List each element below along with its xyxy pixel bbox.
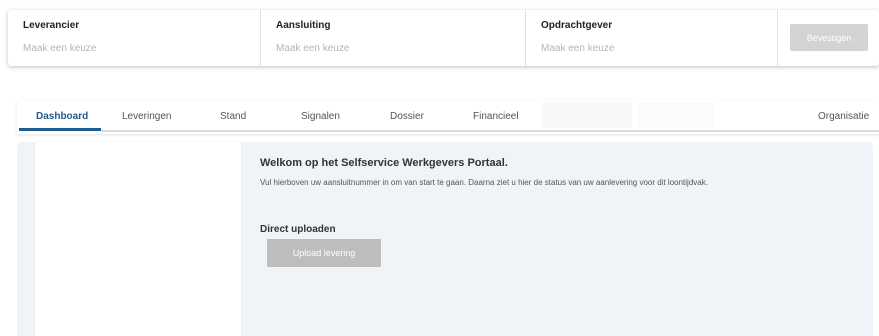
tab-stand[interactable]: Stand bbox=[220, 111, 246, 122]
tabs-divider bbox=[101, 130, 879, 132]
client-placeholder: Maak een keuze bbox=[541, 43, 615, 54]
connection-label: Aansluiting bbox=[276, 20, 331, 31]
connection-select[interactable]: Aansluiting Maak een keuze bbox=[261, 10, 526, 66]
tab-signalen[interactable]: Signalen bbox=[301, 111, 340, 122]
dashboard-content: Welkom op het Selfservice Werkgevers Por… bbox=[17, 142, 873, 336]
main-tabs: Dashboard Leveringen Stand Signalen Doss… bbox=[17, 100, 879, 134]
upload-title: Direct uploaden bbox=[260, 224, 336, 235]
supplier-placeholder: Maak een keuze bbox=[23, 43, 97, 54]
side-panel bbox=[35, 142, 241, 336]
tab-placeholder bbox=[542, 102, 632, 128]
active-tab-indicator bbox=[19, 128, 101, 131]
tab-dashboard[interactable]: Dashboard bbox=[36, 111, 88, 122]
confirm-area: Bevestigen bbox=[778, 10, 879, 66]
welcome-title: Welkom op het Selfservice Werkgevers Por… bbox=[260, 157, 508, 169]
welcome-text: Vul hierboven uw aansluitnummer in om va… bbox=[260, 178, 708, 187]
client-select[interactable]: Opdrachtgever Maak een keuze bbox=[526, 10, 778, 66]
selection-bar: Leverancier Maak een keuze Aansluiting M… bbox=[8, 10, 879, 66]
tab-placeholder bbox=[639, 102, 714, 128]
tab-leveringen[interactable]: Leveringen bbox=[122, 111, 171, 122]
supplier-label: Leverancier bbox=[23, 20, 80, 31]
supplier-select[interactable]: Leverancier Maak een keuze bbox=[8, 10, 261, 66]
tab-organisatie[interactable]: Organisatie bbox=[818, 111, 869, 122]
tab-dossier[interactable]: Dossier bbox=[390, 111, 424, 122]
client-label: Opdrachtgever bbox=[541, 20, 613, 31]
tab-financieel[interactable]: Financieel bbox=[473, 111, 519, 122]
upload-button[interactable]: Upload levering bbox=[267, 239, 381, 267]
connection-placeholder: Maak een keuze bbox=[276, 43, 350, 54]
confirm-button[interactable]: Bevestigen bbox=[790, 24, 868, 51]
